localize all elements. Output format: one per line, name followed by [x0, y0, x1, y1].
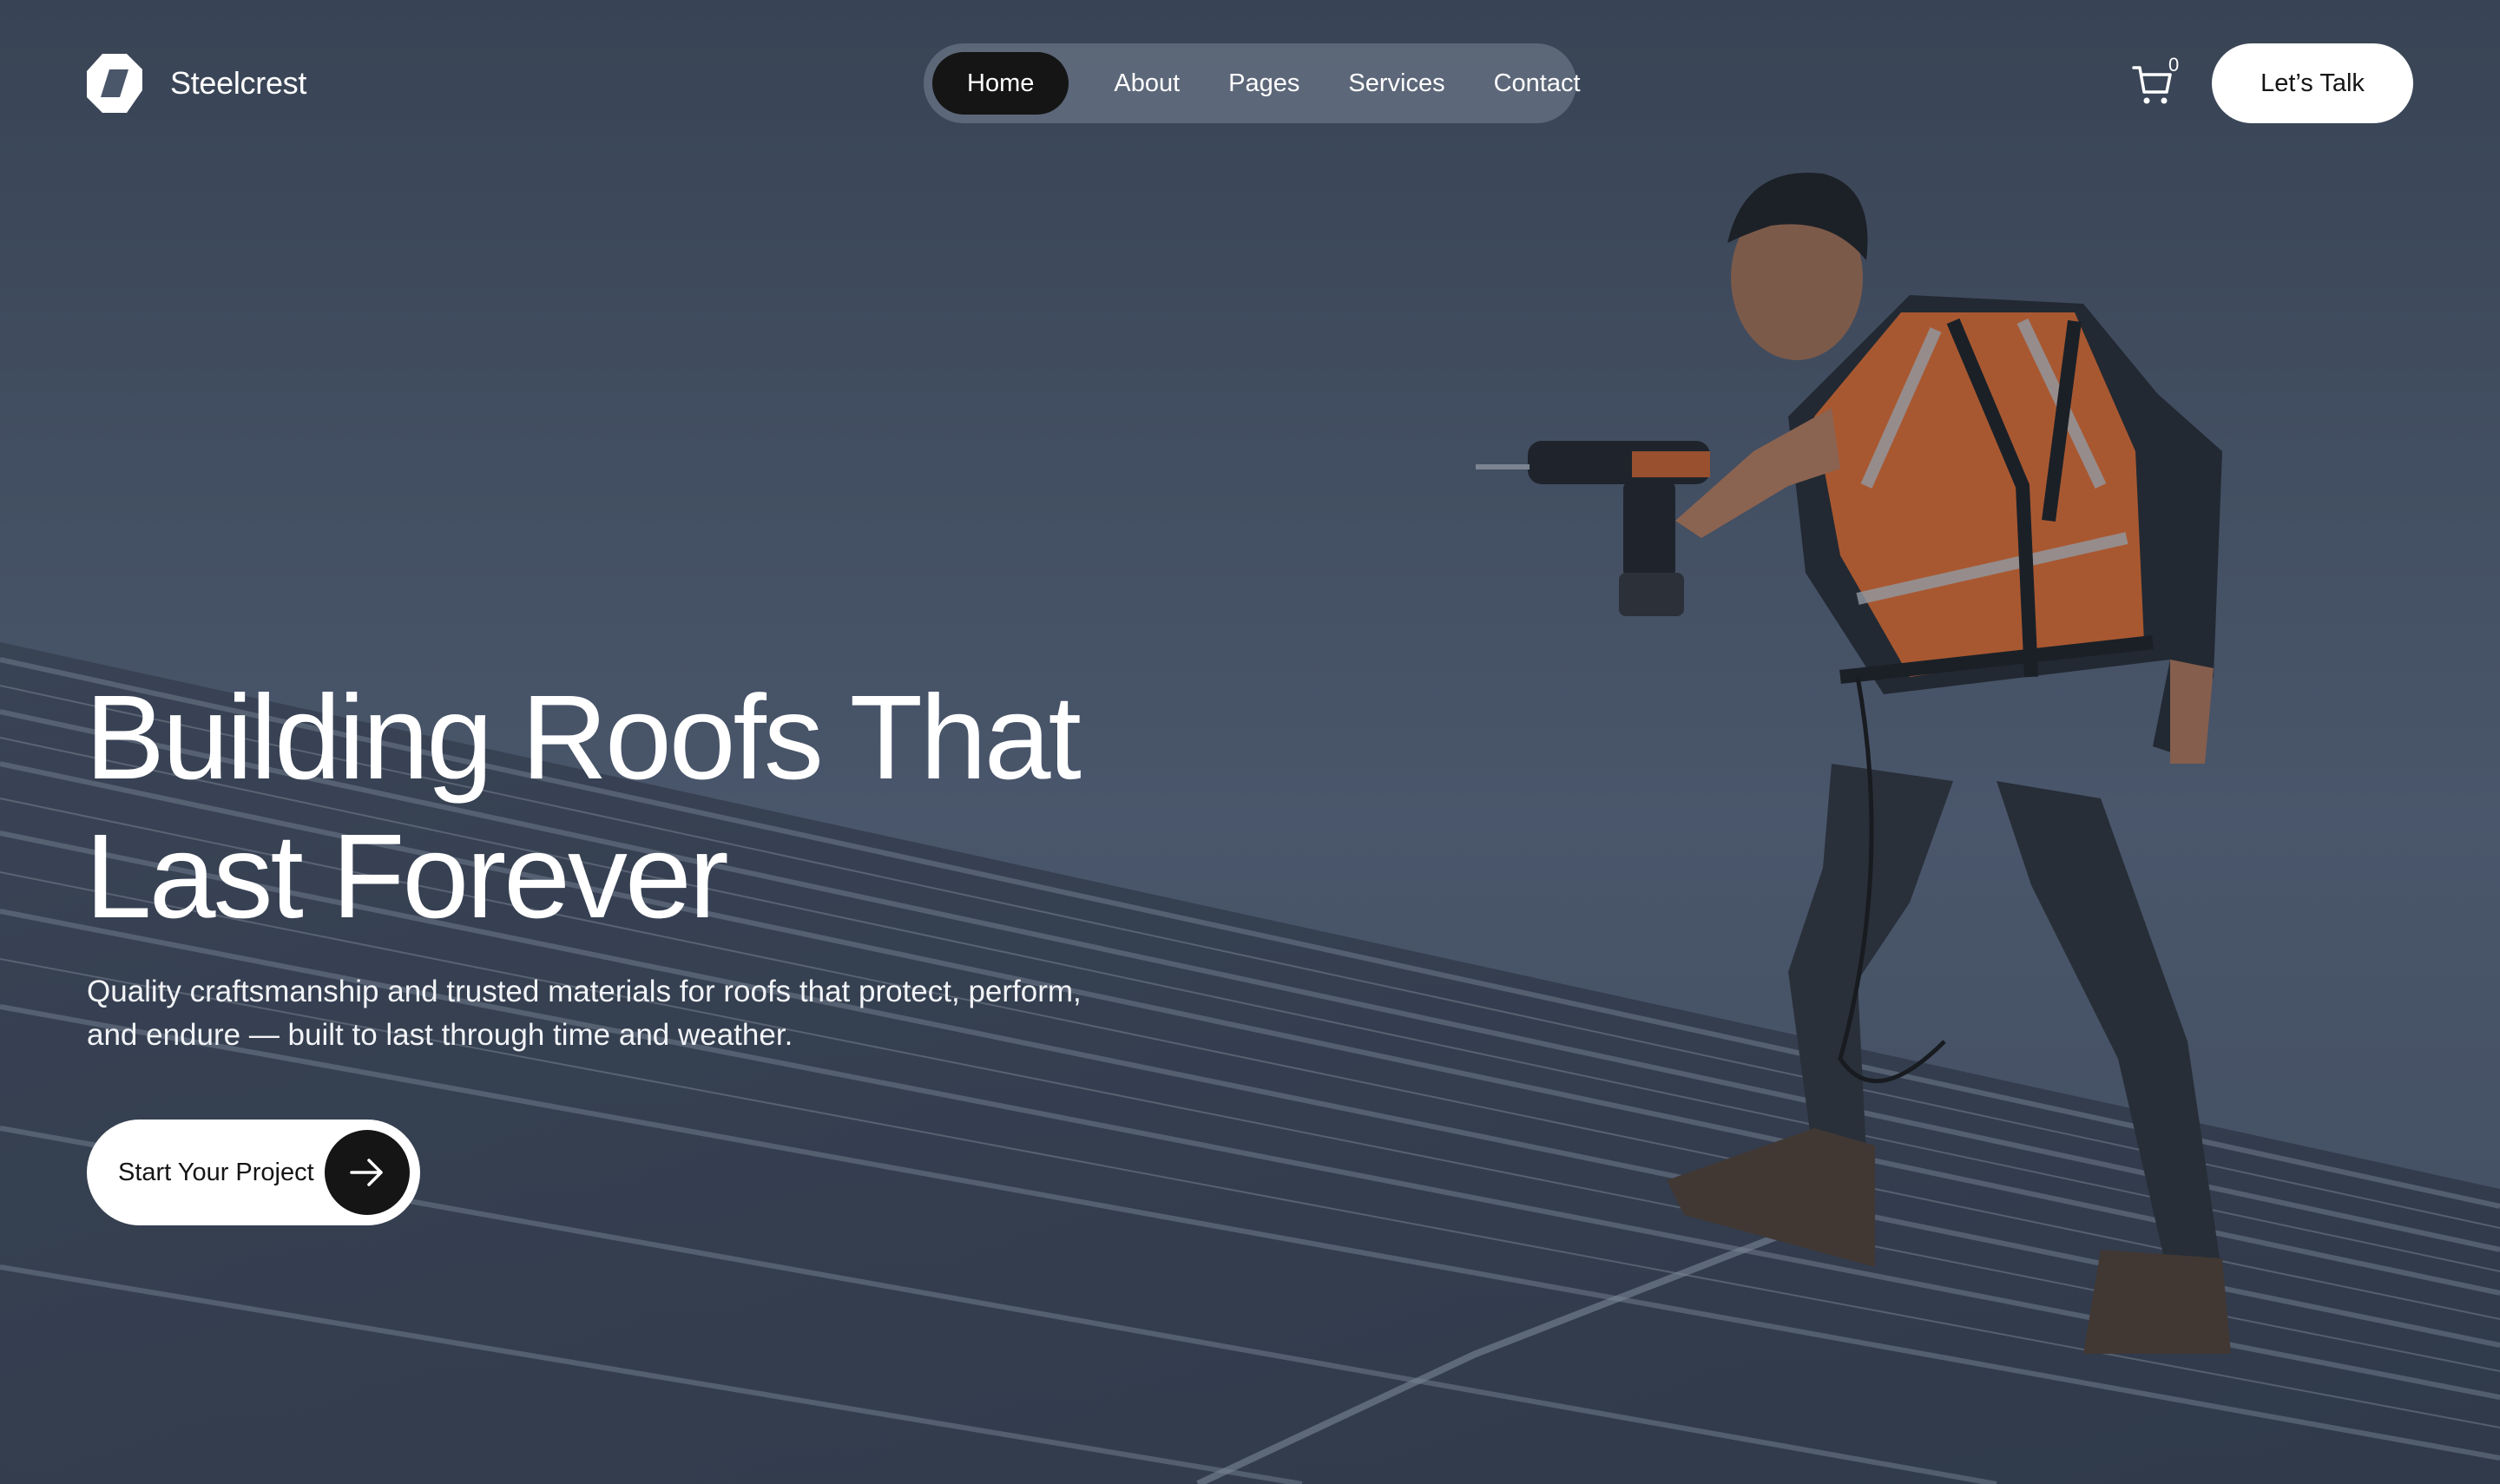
start-project-label: Start Your Project — [118, 1158, 314, 1186]
brand-link[interactable]: Steelcrest — [85, 50, 306, 116]
hero-subtitle: Quality craftsmanship and trusted materi… — [87, 970, 1181, 1057]
hero-headline-line2: Last Forever — [85, 810, 729, 943]
arrow-right-icon — [325, 1130, 410, 1215]
site-header: Steelcrest Home About Pages Services Con… — [0, 0, 2500, 165]
hero-subtitle-line2: and endure — built to last through time … — [87, 1018, 793, 1052]
main-nav: Home About Pages Services Contact — [924, 43, 1581, 123]
cart-button[interactable]: 0 — [2132, 54, 2184, 108]
hero-headline: Building Roofs That Last Forever — [85, 668, 1387, 946]
cart-count-badge: 0 — [2168, 54, 2180, 76]
nav-item-contact[interactable]: Contact — [1470, 52, 1605, 115]
nav-item-pages[interactable]: Pages — [1204, 52, 1324, 115]
hero-section: Steelcrest Home About Pages Services Con… — [0, 0, 2500, 1484]
brand-name: Steelcrest — [170, 65, 307, 101]
cart-icon — [2132, 66, 2172, 104]
start-project-button[interactable]: Start Your Project — [87, 1120, 420, 1225]
hexagon-logo-icon — [87, 54, 142, 113]
nav-item-services[interactable]: Services — [1324, 52, 1469, 115]
hero-subtitle-line1: Quality craftsmanship and trusted materi… — [87, 975, 1082, 1008]
nav-item-about[interactable]: About — [1089, 52, 1204, 115]
hero-headline-line1: Building Roofs That — [85, 671, 1082, 804]
nav-item-home[interactable]: Home — [932, 52, 1069, 115]
lets-talk-button[interactable]: Let’s Talk — [2212, 43, 2413, 123]
